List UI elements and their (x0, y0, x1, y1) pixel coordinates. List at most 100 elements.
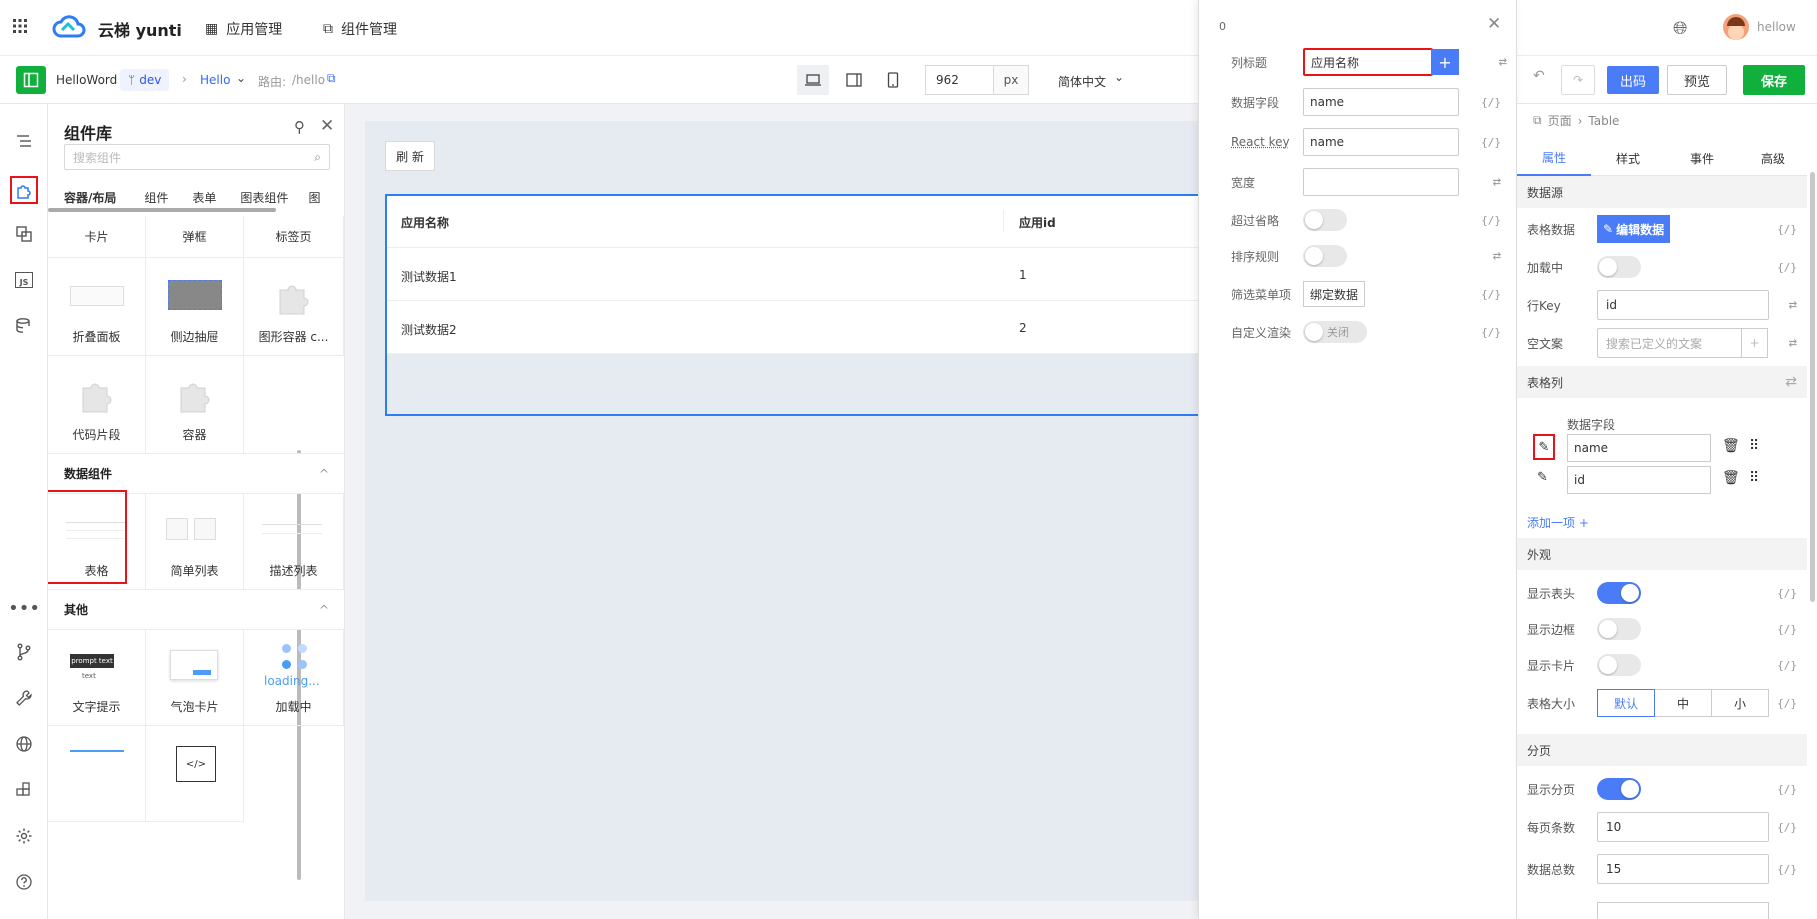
save-button[interactable]: 保存 (1743, 65, 1805, 95)
copy-icon[interactable]: ⧉ (327, 71, 336, 86)
search-input[interactable]: 搜索组件 ⌕ (64, 144, 330, 170)
edit-column-icon[interactable]: ✎ (1533, 434, 1555, 460)
component-container[interactable]: 容器 (146, 356, 244, 454)
globe-icon[interactable]: 🌐︎ (1673, 18, 1687, 39)
close-icon[interactable]: ✕ (320, 116, 334, 136)
breadcrumb-item[interactable]: 页面 (1548, 112, 1572, 129)
plugin-icon[interactable] (12, 778, 36, 802)
component-spin[interactable]: loading... 加载中 (244, 630, 344, 726)
table-row[interactable]: 测试数据1 1 (387, 248, 1213, 301)
section-other[interactable]: 其他 ^ (48, 590, 344, 630)
column-title-input[interactable]: 应用名称 (1303, 48, 1433, 76)
section-datasource[interactable]: 数据源 (1517, 176, 1807, 208)
show-border-toggle[interactable] (1597, 618, 1641, 640)
column-name-input[interactable]: name (1567, 434, 1711, 462)
tab-events[interactable]: 事件 (1665, 140, 1739, 176)
component-modal[interactable]: 弹框 (146, 216, 244, 258)
code-toggle[interactable]: {/} (1777, 261, 1797, 274)
tab-charts[interactable]: 图表组件 (240, 189, 288, 206)
component-tooltip[interactable]: prompt text text 文字提示 (48, 630, 146, 726)
add-button[interactable]: + (1431, 49, 1459, 75)
more-icon[interactable]: ••• (8, 596, 40, 620)
total-input[interactable]: 15 (1597, 854, 1769, 884)
component-collapse[interactable]: 折叠面板 (48, 258, 146, 356)
bind-variable-icon[interactable]: ⇄ (1493, 174, 1501, 190)
tabs-scrollbar[interactable] (48, 208, 276, 212)
help-icon[interactable] (12, 870, 36, 894)
globe-icon[interactable] (12, 732, 36, 756)
next-input-partial[interactable] (1597, 902, 1769, 919)
blocks-icon[interactable] (12, 222, 36, 246)
code-toggle[interactable]: {/} (1481, 96, 1501, 109)
component-drawer[interactable]: 侧边抽屉 (146, 258, 244, 356)
chevron-down-icon[interactable]: ⌄ (236, 71, 246, 85)
export-code-button[interactable]: 出码 (1607, 66, 1659, 94)
language-select[interactable]: 简体中文 (1058, 73, 1106, 90)
code-toggle[interactable]: {/} (1777, 659, 1797, 672)
component-extra-1[interactable] (48, 726, 146, 822)
size-middle[interactable]: 中 (1655, 689, 1712, 717)
bind-variable-icon[interactable]: ⇄ (1499, 54, 1507, 70)
outline-tree-icon[interactable] (12, 130, 36, 154)
component-card[interactable]: 卡片 (48, 216, 146, 258)
ellipsis-toggle[interactable] (1303, 209, 1347, 231)
refresh-button[interactable]: 刷 新 (385, 141, 435, 171)
apps-grid-icon[interactable] (12, 18, 28, 34)
breadcrumb-item[interactable]: Table (1588, 114, 1619, 128)
undo-icon[interactable]: ↶ (1533, 68, 1545, 84)
section-data-components[interactable]: 数据组件 ^ (48, 454, 344, 494)
code-toggle[interactable]: {/} (1777, 783, 1797, 796)
bind-variable-icon[interactable]: ⇄ (1789, 297, 1797, 313)
component-description-list[interactable]: 描述列表 (244, 494, 344, 590)
tab-components[interactable]: 组件 (144, 189, 168, 206)
chevron-down-icon[interactable]: ⌄ (1114, 70, 1124, 84)
selected-table[interactable]: 应用名称 应用id 测试数据1 1 测试数据2 2 (385, 194, 1215, 416)
column-header[interactable]: 应用id (1019, 214, 1056, 231)
sorter-toggle[interactable] (1303, 245, 1347, 267)
gear-icon[interactable] (12, 824, 36, 848)
code-toggle[interactable]: {/} (1777, 863, 1797, 876)
datasource-icon[interactable] (12, 314, 36, 338)
tab-properties[interactable]: 属性 (1517, 140, 1591, 176)
component-simple-list[interactable]: 简单列表 (146, 494, 244, 590)
edit-column-icon[interactable]: ✎ (1537, 470, 1548, 485)
loading-toggle[interactable] (1597, 256, 1641, 278)
tab-style[interactable]: 样式 (1591, 140, 1665, 176)
redo-button[interactable]: ↷ (1561, 65, 1595, 95)
tab-form[interactable]: 表单 (192, 189, 216, 206)
pin-icon[interactable]: ⚲ (294, 118, 305, 136)
code-toggle[interactable]: {/} (1481, 326, 1501, 339)
component-graph-container[interactable]: 图形容器 c... (244, 258, 344, 356)
close-icon[interactable]: ✕ (1487, 14, 1501, 34)
show-card-toggle[interactable] (1597, 654, 1641, 676)
preview-button[interactable]: 预览 (1667, 65, 1727, 95)
code-toggle[interactable]: {/} (1481, 214, 1501, 227)
show-pagination-toggle[interactable] (1597, 778, 1641, 800)
data-field-input[interactable]: name (1303, 88, 1459, 116)
custom-render-toggle[interactable]: 关闭 (1303, 321, 1367, 343)
page-size-input[interactable]: 10 (1597, 812, 1769, 842)
branch-badge[interactable]: ᛘ dev (120, 69, 170, 91)
section-appearance[interactable]: 外观 (1517, 538, 1807, 570)
code-toggle[interactable]: {/} (1777, 623, 1797, 636)
code-toggle[interactable]: {/} (1481, 136, 1501, 149)
code-toggle[interactable]: {/} (1481, 288, 1501, 301)
bind-variable-icon[interactable]: ⇄ (1789, 335, 1797, 351)
tab-layout[interactable]: 容器/布局 (64, 189, 116, 206)
size-default[interactable]: 默认 (1597, 689, 1655, 717)
desktop-view-button[interactable] (797, 65, 829, 95)
width-input[interactable] (1303, 168, 1459, 196)
branch-icon[interactable] (12, 640, 36, 664)
column-id-input[interactable]: id (1567, 466, 1711, 494)
code-toggle[interactable]: {/} (1777, 821, 1797, 834)
component-extra-2[interactable]: </> (146, 726, 244, 822)
section-columns[interactable]: 表格列 ⇄ (1517, 366, 1807, 398)
tab-more[interactable]: 图 (308, 189, 320, 206)
wrench-icon[interactable] (12, 686, 36, 710)
bind-variable-icon[interactable]: ⇄ (1493, 248, 1501, 264)
code-toggle[interactable]: {/} (1777, 587, 1797, 600)
component-popover[interactable]: 气泡卡片 (146, 630, 244, 726)
component-code-snippet[interactable]: 代码片段 (48, 356, 146, 454)
trash-icon[interactable]: 🗑︎ (1722, 470, 1740, 486)
react-key-input[interactable]: name (1303, 128, 1459, 156)
